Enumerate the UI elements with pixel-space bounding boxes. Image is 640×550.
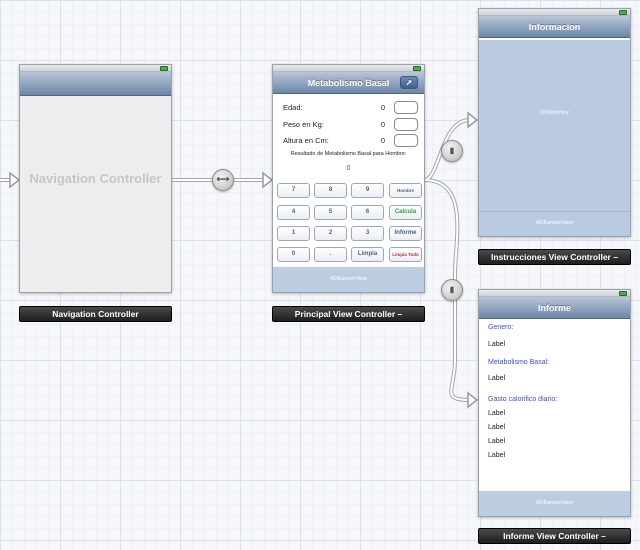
navigation-controller-label[interactable]: Navigation Controller <box>19 306 172 322</box>
principal-view-controller-label[interactable]: Principal View Controller – <box>272 306 425 322</box>
navigation-bar: Informacion <box>479 16 630 38</box>
informe-title: Informe <box>537 303 571 313</box>
metabolismo-heading: Metabolismo Basal: <box>488 359 550 366</box>
instrucciones-arrowhead <box>467 111 479 129</box>
peso-input[interactable] <box>394 118 418 131</box>
push-segue-informe-icon[interactable]: ▮ <box>441 279 463 301</box>
relationship-segue-icon[interactable]: ⟷ <box>212 169 234 191</box>
key-3[interactable]: 3 <box>351 226 384 241</box>
gasto-label-1: Label <box>488 410 506 417</box>
navigation-placeholder-title: Navigation Controller <box>29 171 162 186</box>
field-value: 0 <box>380 120 385 129</box>
key-5[interactable]: 5 <box>314 205 347 220</box>
informe-arrowhead <box>467 391 479 409</box>
ad-banner-view: ADBannerView <box>535 220 574 226</box>
entry-arrowhead <box>9 171 21 189</box>
informe-view-controller-label[interactable]: Informe View Controller – <box>478 528 631 544</box>
genero-label: Label <box>488 341 506 348</box>
field-value: 0 <box>380 103 385 112</box>
navigation-bar: Informe <box>479 297 630 319</box>
metabolismo-label: Label <box>488 375 506 382</box>
edad-input[interactable] <box>394 101 418 114</box>
battery-icon <box>160 66 168 71</box>
web-view-label: UIWebView <box>540 110 569 116</box>
key-decimal[interactable]: . <box>314 247 347 262</box>
relationship-arrowhead <box>262 171 274 189</box>
battery-icon <box>413 66 421 71</box>
instrucciones-view-controller-scene[interactable]: Informacion UIWebView ADBannerView <box>478 8 631 237</box>
ad-banner-view: ADBannerView <box>273 267 424 292</box>
limpia-button[interactable]: Limpia <box>351 247 384 262</box>
gasto-heading: Gasto calorifico diario: <box>488 396 558 403</box>
key-2[interactable]: 2 <box>314 226 347 241</box>
field-label: Altura en Cm: <box>283 136 329 145</box>
hombre-button[interactable]: Hombre <box>389 183 422 198</box>
instrucciones-view-controller-label[interactable]: Instrucciones View Controller – <box>478 249 631 265</box>
gasto-label-3: Label <box>488 438 506 445</box>
limpia-todo-button[interactable]: Limpia Todo <box>389 247 422 262</box>
navigation-bar <box>20 72 171 96</box>
push-segue-instrucciones-icon[interactable]: ▮ <box>441 140 463 162</box>
field-label: Peso en Kg: <box>283 120 324 129</box>
altura-input[interactable] <box>394 134 418 147</box>
field-value: 0 <box>380 136 385 145</box>
field-label: Edad: <box>283 103 303 112</box>
key-0[interactable]: 0 <box>277 247 310 262</box>
key-6[interactable]: 6 <box>351 205 384 220</box>
navigation-controller-scene[interactable]: Navigation Controller <box>19 64 172 293</box>
calcula-button[interactable]: Calcula <box>389 205 422 220</box>
key-4[interactable]: 4 <box>277 205 310 220</box>
informe-view-controller-scene[interactable]: Informe Genero: Label Metabolismo Basal:… <box>478 289 631 517</box>
ad-banner-view: ADBannerView <box>479 491 630 516</box>
key-8[interactable]: 8 <box>314 183 347 198</box>
genero-heading: Genero: <box>488 324 514 331</box>
principal-title: Metabolismo Basal <box>307 78 390 88</box>
key-9[interactable]: 9 <box>351 183 384 198</box>
gasto-label-4: Label <box>488 452 506 459</box>
navigation-bar: Metabolismo Basal ➚ <box>273 72 424 94</box>
key-7[interactable]: 7 <box>277 183 310 198</box>
key-1[interactable]: 1 <box>277 226 310 241</box>
status-bar <box>479 9 630 16</box>
principal-view-controller-scene[interactable]: Metabolismo Basal ➚ Edad: 0 Peso en Kg: … <box>272 64 425 293</box>
status-bar <box>479 290 630 297</box>
result-label: Resultado de Metabolismo Basal para Homb… <box>290 151 407 157</box>
battery-icon <box>619 10 627 15</box>
battery-icon <box>619 291 627 296</box>
share-icon[interactable]: ➚ <box>400 76 418 89</box>
gasto-label-2: Label <box>488 424 506 431</box>
web-view[interactable]: UIWebView <box>479 40 630 236</box>
result-value: 0 <box>346 165 351 172</box>
instrucciones-title: Informacion <box>528 22 581 32</box>
navigation-body <box>20 96 171 292</box>
status-bar <box>273 65 424 72</box>
status-bar <box>20 65 171 72</box>
informe-button[interactable]: Informe <box>389 226 422 241</box>
